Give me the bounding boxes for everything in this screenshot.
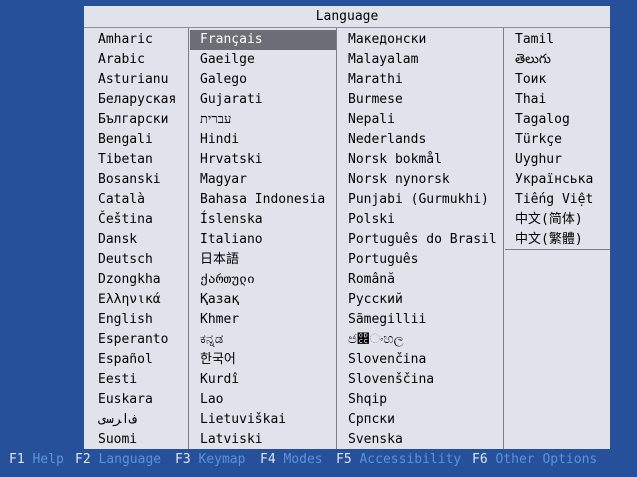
- language-option[interactable]: 日本語: [190, 250, 336, 270]
- language-option[interactable]: Français: [190, 30, 336, 50]
- language-option[interactable]: Slovenščina: [338, 370, 434, 390]
- accessibility-key[interactable]: F5 Accessibility: [336, 450, 461, 470]
- language-option[interactable]: Shqip: [338, 390, 387, 410]
- function-key-bar: F1 Help F2 Language F3 Keymap F4 Modes F…: [0, 450, 637, 470]
- language-option[interactable]: ﻑﺍﺮﺳی: [88, 410, 137, 430]
- language-option[interactable]: ಕನ್ನಡ: [190, 330, 336, 350]
- language-option[interactable]: Arabic: [88, 50, 145, 70]
- language-dialog: Language Amharic Arabic Asturianu Беларуска…: [84, 6, 610, 449]
- language-option[interactable]: Беларуская: [88, 90, 176, 110]
- language-option[interactable]: తెలుగు: [505, 50, 551, 70]
- language-option[interactable]: Khmer: [190, 310, 336, 330]
- language-option[interactable]: Ελληνικά: [88, 290, 161, 310]
- language-option[interactable]: Magyar: [190, 170, 336, 190]
- language-option[interactable]: Lietuviškai: [190, 410, 336, 430]
- language-option[interactable]: Gujarati: [190, 90, 336, 110]
- language-column-1: Amharic Arabic Asturianu Беларуская Българск…: [88, 28, 189, 449]
- language-option[interactable]: Italiano: [190, 230, 336, 250]
- language-option[interactable]: Norsk nynorsk: [338, 170, 450, 190]
- language-option[interactable]: Tamil: [505, 30, 554, 50]
- language-option[interactable]: Nederlands: [338, 130, 426, 150]
- language-option[interactable]: Македонски: [338, 30, 426, 50]
- language-option[interactable]: Português: [338, 250, 418, 270]
- help-key[interactable]: F1 Help: [9, 450, 64, 470]
- language-option[interactable]: עברית: [190, 110, 336, 130]
- language-option[interactable]: Burmese: [338, 90, 403, 110]
- language-option[interactable]: Esperanto: [88, 330, 168, 350]
- language-column-4: Tamil తెలుగు Тоик Thai Tagalog Türkçe Uyghur Ук…: [505, 28, 610, 250]
- language-option[interactable]: Latviski: [190, 430, 336, 450]
- language-option[interactable]: ජ෌ංහල: [338, 330, 404, 350]
- language-column-2: Français Gaeilge Galego Gujarati עברית Hindi H…: [190, 28, 337, 449]
- language-option[interactable]: ქართული: [190, 270, 336, 290]
- language-option[interactable]: Тоик: [505, 70, 546, 90]
- language-option[interactable]: Malayalam: [338, 50, 418, 70]
- language-option[interactable]: Sãmegillii: [338, 310, 426, 330]
- language-option[interactable]: Eesti: [88, 370, 137, 390]
- language-option[interactable]: Thai: [505, 90, 546, 110]
- language-option[interactable]: Български: [88, 110, 168, 130]
- language-option[interactable]: Íslenska: [190, 210, 336, 230]
- language-option[interactable]: Српски: [338, 410, 395, 430]
- language-option[interactable]: Türkçe: [505, 130, 562, 150]
- language-option[interactable]: 中文(繁體): [505, 230, 583, 250]
- language-option[interactable]: Amharic: [88, 30, 153, 50]
- language-option[interactable]: Nepali: [338, 110, 395, 130]
- language-option[interactable]: Dzongkha: [88, 270, 161, 290]
- language-option[interactable]: Suomi: [88, 430, 137, 450]
- dialog-title: Language: [84, 6, 610, 28]
- language-column-3: Македонски Malayalam Marathi Burmese Nepali N…: [338, 28, 504, 449]
- keymap-key[interactable]: F3 Keymap: [175, 450, 245, 470]
- language-option[interactable]: Polski: [338, 210, 395, 230]
- language-option[interactable]: Slovenčina: [338, 350, 426, 370]
- language-option[interactable]: Tiếng Việt: [505, 190, 593, 210]
- modes-key[interactable]: F4 Modes: [260, 450, 323, 470]
- language-option[interactable]: Marathi: [338, 70, 403, 90]
- language-option[interactable]: English: [88, 310, 153, 330]
- language-option[interactable]: Tagalog: [505, 110, 570, 130]
- language-option[interactable]: Gaeilge: [190, 50, 336, 70]
- language-option[interactable]: Tibetan: [88, 150, 153, 170]
- language-option[interactable]: Русский: [338, 290, 403, 310]
- language-option[interactable]: Punjabi (Gurmukhi): [338, 190, 489, 210]
- language-option[interactable]: Bosanski: [88, 170, 161, 190]
- language-option[interactable]: Svenska: [338, 430, 403, 450]
- language-option[interactable]: Қазақ: [190, 290, 336, 310]
- language-option[interactable]: Lao: [190, 390, 336, 410]
- language-option[interactable]: Bengali: [88, 130, 153, 150]
- language-option[interactable]: 한국어: [190, 350, 336, 370]
- language-option[interactable]: Čeština: [88, 210, 153, 230]
- language-option[interactable]: Dansk: [88, 230, 137, 250]
- language-key[interactable]: F2 Language: [75, 450, 161, 470]
- language-option[interactable]: Galego: [190, 70, 336, 90]
- language-option[interactable]: Português do Brasil: [338, 230, 497, 250]
- language-option[interactable]: Deutsch: [88, 250, 153, 270]
- language-option[interactable]: Català: [88, 190, 145, 210]
- other-options-key[interactable]: F6 Other Options: [472, 450, 597, 470]
- language-option[interactable]: Hrvatski: [190, 150, 336, 170]
- language-option[interactable]: Українська: [505, 170, 593, 190]
- language-option[interactable]: Norsk bokmål: [338, 150, 442, 170]
- language-option[interactable]: Kurdî: [190, 370, 336, 390]
- language-option[interactable]: Bahasa Indonesia: [190, 190, 336, 210]
- language-option[interactable]: 中文(简体): [505, 210, 583, 230]
- language-option[interactable]: Español: [88, 350, 153, 370]
- language-option[interactable]: Română: [338, 270, 395, 290]
- language-option[interactable]: Asturianu: [88, 70, 168, 90]
- language-option[interactable]: Euskara: [88, 390, 153, 410]
- language-option[interactable]: Hindi: [190, 130, 336, 150]
- language-option[interactable]: Uyghur: [505, 150, 562, 170]
